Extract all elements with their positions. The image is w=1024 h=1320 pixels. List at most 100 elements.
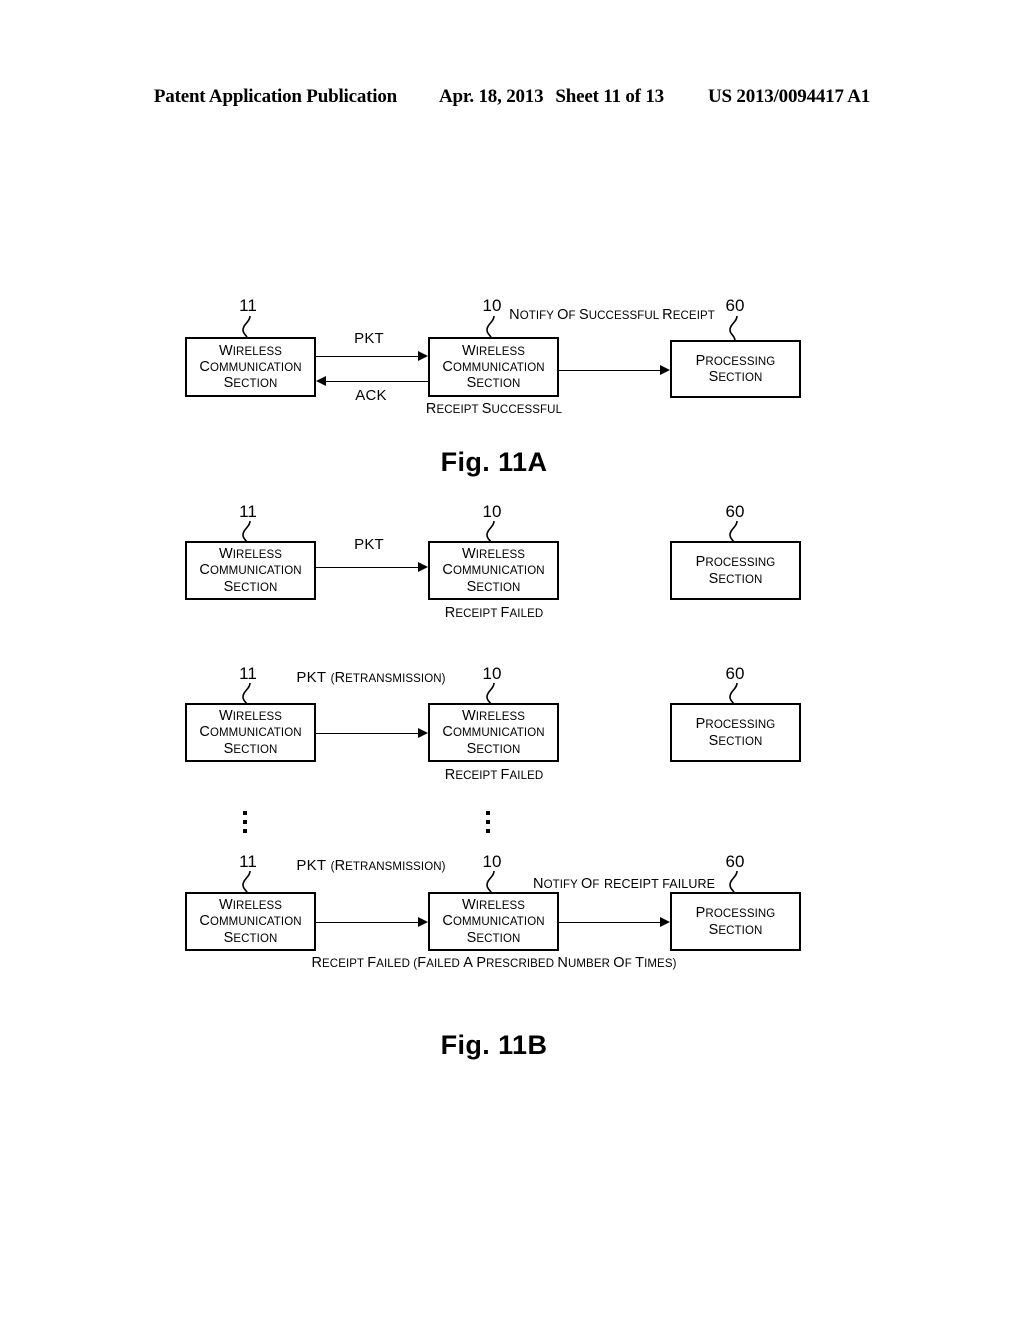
arrow-notify-failure-line [559, 922, 660, 923]
box-line: WIRELESS [461, 546, 526, 563]
status-line: SUCCESSFUL [481, 401, 563, 417]
box-line: COMMUNICATION [199, 913, 302, 930]
box-line: COMMUNICATION [442, 358, 545, 375]
ref-numeral-60: 60 [725, 852, 745, 871]
arrow-pkt-retransmission-head-icon [418, 917, 428, 927]
arrow-pkt-head-icon [418, 351, 428, 361]
status-line: RECEIPT FAILED [311, 955, 410, 971]
box-wireless-communication-section-11: WIRELESS COMMUNICATION SECTION [185, 337, 316, 397]
vertical-ellipsis-middle [485, 811, 491, 833]
arrow-pkt-line [316, 356, 418, 357]
box-processing-section-60: PROCESSING SECTION [670, 340, 801, 398]
status-receipt-failed: RECEIPT FAILED [445, 605, 544, 622]
box-line: COMMUNICATION [199, 724, 302, 741]
box-processing-section-60: PROCESSING SECTION [670, 703, 801, 762]
box-line: SECTION [223, 740, 278, 757]
box-line: WIRELESS [218, 708, 283, 725]
box-line: WIRELESS [461, 708, 526, 725]
arrow-notify-success-line [559, 370, 660, 371]
arrow-label-line: (RETRANSMISSION) [330, 670, 446, 686]
box-line: WIRELESS [461, 897, 526, 914]
box-wireless-communication-section-11: WIRELESS COMMUNICATION SECTION [185, 703, 316, 762]
arrow-ack-head-icon [316, 376, 326, 386]
ref-numeral-10: 10 [482, 852, 502, 871]
arrow-notify-success-head-icon [660, 365, 670, 375]
box-wireless-communication-section-10: WIRELESS COMMUNICATION SECTION [428, 892, 559, 951]
box-wireless-communication-section-10: WIRELESS COMMUNICATION SECTION [428, 703, 559, 762]
box-line: COMMUNICATION [442, 913, 545, 930]
box-wireless-communication-section-10: WIRELESS COMMUNICATION SECTION [428, 541, 559, 600]
box-line: SECTION [708, 921, 763, 938]
vertical-ellipsis-left [242, 811, 248, 833]
arrow-label-line: NOTIFY OF [509, 307, 576, 323]
arrow-label-notify-receipt-failure: NOTIFY OF RECEIPT FAILURE [533, 875, 715, 893]
ref-numeral-60: 60 [725, 502, 745, 521]
status-line: (FAILED A PRESCRIBED [413, 955, 555, 971]
arrow-label-notify-successful-receipt: NOTIFY OF SUCCESSFUL RECEIPT [509, 307, 715, 324]
arrow-label-pkt-retransmission: PKT (RETRANSMISSION) [296, 857, 445, 875]
box-line: COMMUNICATION [442, 724, 545, 741]
arrow-pkt-retransmission-line [316, 733, 418, 734]
arrow-pkt-retransmission-line [316, 922, 418, 923]
arrow-label-pkt-retransmission: PKT (RETRANSMISSION) [296, 669, 445, 687]
arrow-label-line: PKT [296, 857, 327, 874]
arrow-pkt-head-icon [418, 562, 428, 572]
status-receipt-successful: RECEIPT SUCCESSFUL [426, 401, 562, 418]
box-line: PROCESSING [695, 554, 776, 571]
arrow-pkt-line [316, 567, 418, 568]
box-line: SECTION [466, 929, 521, 946]
box-line: SECTION [223, 929, 278, 946]
box-line: WIRELESS [218, 897, 283, 914]
box-line: SECTION [466, 740, 521, 757]
box-line: COMMUNICATION [199, 562, 302, 579]
box-line: WIRELESS [461, 342, 526, 359]
figure-caption-11b: Fig. 11B [440, 1030, 548, 1060]
status-receipt-failed: RECEIPT FAILED [445, 767, 544, 784]
box-line: PROCESSING [695, 352, 776, 369]
box-wireless-communication-section-10: WIRELESS COMMUNICATION SECTION [428, 337, 559, 397]
ref-numeral-10: 10 [482, 664, 502, 683]
box-line: SECTION [708, 570, 763, 587]
status-receipt-failed-prescribed: RECEIPT FAILED (FAILED A PRESCRIBED NUMB… [311, 955, 676, 972]
ref-numeral-10: 10 [482, 502, 502, 521]
arrow-label-line: RECEIPT FAILURE [603, 877, 716, 891]
ref-numeral-11: 11 [239, 296, 257, 315]
box-line: SECTION [708, 732, 763, 749]
ref-numeral-60: 60 [725, 296, 745, 315]
ref-numeral-11: 11 [239, 502, 257, 521]
ref-numeral-11: 11 [239, 852, 257, 871]
box-line: SECTION [223, 578, 278, 595]
box-line: SECTION [708, 369, 763, 385]
arrow-pkt-retransmission-head-icon [418, 728, 428, 738]
status-line: RECEIPT FAILED [444, 605, 544, 621]
box-line: SECTION [466, 375, 521, 392]
box-processing-section-60: PROCESSING SECTION [670, 892, 801, 951]
arrow-label-line: PKT [296, 669, 327, 686]
arrow-label-line: PKT [354, 330, 384, 347]
box-line: PROCESSING [695, 905, 776, 922]
box-line: WIRELESS [218, 546, 283, 563]
figure-caption-11a: Fig. 11A [440, 447, 548, 477]
arrow-label-ack: ACK [355, 387, 386, 404]
box-line: PROCESSING [695, 716, 776, 733]
status-line: RECEIPT [425, 401, 479, 417]
box-line: SECTION [466, 578, 521, 595]
box-wireless-communication-section-11: WIRELESS COMMUNICATION SECTION [185, 892, 316, 951]
status-line: NUMBER OF TIMES) [557, 955, 677, 971]
ref-numeral-10: 10 [482, 296, 502, 315]
arrow-notify-failure-head-icon [660, 917, 670, 927]
box-wireless-communication-section-11: WIRELESS COMMUNICATION SECTION [185, 541, 316, 600]
figure-sheet: 11 WIRELESS COMMUNICATION SECTION PKT AC… [0, 0, 1024, 1320]
arrow-label-line: SUCCESSFUL [578, 307, 659, 323]
ref-numeral-11: 11 [239, 664, 257, 683]
arrow-label-pkt: PKT [354, 330, 384, 347]
arrow-label-pkt: PKT [354, 536, 384, 553]
arrow-label-line: PKT [354, 536, 384, 553]
status-line: RECEIPT FAILED [444, 767, 544, 783]
ref-numeral-60: 60 [725, 664, 745, 683]
leader-line-icon [726, 315, 744, 342]
box-line: SECTION [223, 375, 278, 392]
arrow-label-line: ACK [355, 387, 387, 404]
box-line: COMMUNICATION [442, 562, 545, 579]
arrow-label-line: (RETRANSMISSION) [330, 858, 446, 874]
